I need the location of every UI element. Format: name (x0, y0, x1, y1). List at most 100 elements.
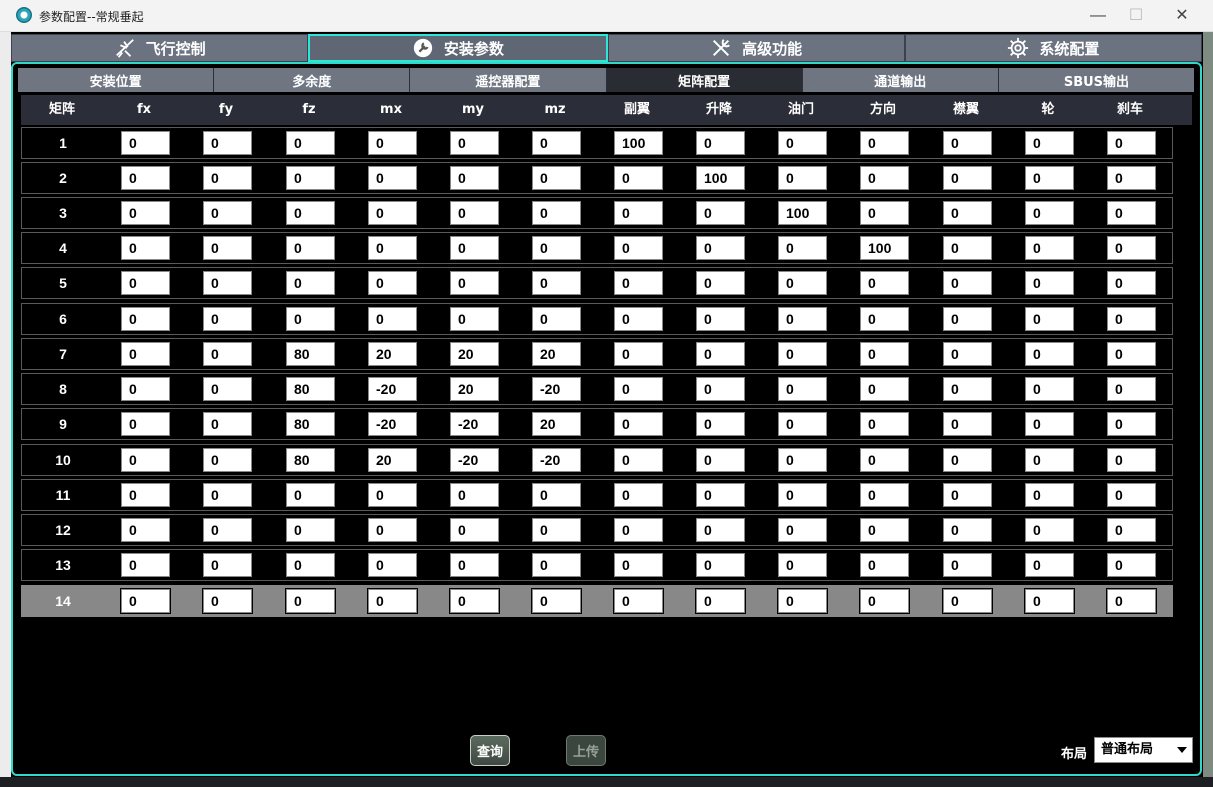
matrix-cell-input[interactable]: 0 (613, 552, 664, 578)
matrix-cell-input[interactable]: 0 (531, 517, 582, 543)
matrix-cell-input[interactable]: 0 (1024, 270, 1075, 296)
matrix-cell-input[interactable]: 0 (777, 482, 828, 508)
matrix-cell-input[interactable]: 0 (202, 517, 253, 543)
table-row[interactable]: 3 0 0 0 0 0 0 0 0 100 0 0 0 0 (21, 197, 1173, 229)
matrix-cell-input[interactable]: -20 (531, 447, 582, 473)
matrix-cell-input[interactable]: 0 (695, 341, 746, 367)
matrix-cell-input[interactable]: -20 (367, 411, 418, 437)
matrix-cell-input[interactable]: 0 (449, 270, 500, 296)
matrix-cell-input[interactable]: 0 (202, 165, 253, 191)
matrix-cell-input[interactable]: 20 (449, 376, 500, 402)
table-row[interactable]: 10 0 0 80 20 -20 -20 0 0 0 0 0 0 0 (21, 444, 1173, 476)
matrix-cell-input[interactable]: 0 (285, 552, 336, 578)
matrix-cell-input[interactable]: 0 (120, 306, 171, 332)
matrix-cell-input[interactable]: 80 (285, 411, 336, 437)
matrix-cell-input[interactable]: 0 (777, 270, 828, 296)
matrix-cell-input[interactable]: 0 (942, 376, 993, 402)
matrix-cell-input[interactable]: 0 (120, 165, 171, 191)
matrix-cell-input[interactable]: 80 (285, 341, 336, 367)
matrix-cell-input[interactable]: 0 (449, 200, 500, 226)
matrix-cell-input[interactable]: 0 (531, 482, 582, 508)
matrix-cell-input[interactable]: 0 (777, 341, 828, 367)
matrix-cell-input[interactable]: 0 (120, 270, 171, 296)
matrix-cell-input[interactable]: 0 (367, 200, 418, 226)
matrix-cell-input[interactable]: 0 (120, 482, 171, 508)
matrix-cell-input[interactable]: 0 (285, 588, 336, 614)
matrix-cell-input[interactable]: 0 (285, 270, 336, 296)
matrix-cell-input[interactable]: 0 (531, 588, 582, 614)
tab-install-params[interactable]: 安装参数 (308, 34, 608, 62)
matrix-cell-input[interactable]: 0 (1106, 376, 1157, 402)
matrix-cell-input[interactable]: 0 (1024, 588, 1075, 614)
matrix-cell-input[interactable]: 0 (777, 517, 828, 543)
layout-select[interactable]: 普通布局 (1094, 737, 1193, 763)
matrix-cell-input[interactable]: 0 (285, 482, 336, 508)
matrix-cell-input[interactable]: 0 (695, 411, 746, 437)
matrix-cell-input[interactable]: 0 (1024, 165, 1075, 191)
matrix-cell-input[interactable]: 0 (695, 552, 746, 578)
table-row[interactable]: 11 0 0 0 0 0 0 0 0 0 0 0 0 0 (21, 479, 1173, 511)
matrix-cell-input[interactable]: 0 (202, 235, 253, 261)
matrix-cell-input[interactable]: 0 (1024, 130, 1075, 156)
table-row[interactable]: 4 0 0 0 0 0 0 0 0 0 100 0 0 0 (21, 232, 1173, 264)
matrix-cell-input[interactable]: 0 (531, 130, 582, 156)
matrix-cell-input[interactable]: 0 (1106, 411, 1157, 437)
close-button[interactable]: ✕ (1159, 0, 1205, 32)
matrix-cell-input[interactable]: 0 (1106, 517, 1157, 543)
matrix-cell-input[interactable]: 0 (613, 306, 664, 332)
matrix-cell-input[interactable]: 0 (285, 130, 336, 156)
matrix-cell-input[interactable]: 0 (1106, 165, 1157, 191)
matrix-cell-input[interactable]: 0 (613, 341, 664, 367)
matrix-cell-input[interactable]: 0 (613, 270, 664, 296)
matrix-cell-input[interactable]: 0 (1106, 130, 1157, 156)
matrix-cell-input[interactable]: -20 (449, 447, 500, 473)
matrix-cell-input[interactable]: 0 (120, 588, 171, 614)
matrix-cell-input[interactable]: 0 (1024, 341, 1075, 367)
tab-system-config[interactable]: 系统配置 (904, 34, 1202, 62)
matrix-cell-input[interactable]: 0 (367, 588, 418, 614)
matrix-cell-input[interactable]: 0 (449, 517, 500, 543)
query-button[interactable]: 查询 (470, 735, 510, 766)
matrix-cell-input[interactable]: 0 (695, 235, 746, 261)
matrix-cell-input[interactable]: 0 (695, 130, 746, 156)
matrix-cell-input[interactable]: 0 (859, 552, 910, 578)
matrix-cell-input[interactable]: 0 (202, 341, 253, 367)
matrix-cell-input[interactable]: 0 (449, 588, 500, 614)
matrix-cell-input[interactable]: 0 (777, 552, 828, 578)
matrix-cell-input[interactable]: 0 (202, 482, 253, 508)
matrix-cell-input[interactable]: 0 (531, 306, 582, 332)
matrix-cell-input[interactable]: 0 (613, 482, 664, 508)
matrix-cell-input[interactable]: 0 (367, 306, 418, 332)
matrix-cell-input[interactable]: 0 (777, 306, 828, 332)
subtab-sbus-output[interactable]: SBUS输出 (998, 68, 1195, 92)
matrix-cell-input[interactable]: 0 (859, 588, 910, 614)
matrix-cell-input[interactable]: 20 (367, 447, 418, 473)
matrix-cell-input[interactable]: 0 (1024, 482, 1075, 508)
matrix-cell-input[interactable]: 0 (531, 270, 582, 296)
matrix-cell-input[interactable]: 0 (202, 306, 253, 332)
matrix-cell-input[interactable]: 0 (859, 517, 910, 543)
matrix-cell-input[interactable]: 0 (285, 165, 336, 191)
table-row[interactable]: 12 0 0 0 0 0 0 0 0 0 0 0 0 0 (21, 514, 1173, 546)
matrix-cell-input[interactable]: 0 (1024, 411, 1075, 437)
matrix-cell-input[interactable]: 0 (777, 411, 828, 437)
matrix-cell-input[interactable]: 0 (120, 552, 171, 578)
matrix-cell-input[interactable]: 0 (449, 165, 500, 191)
matrix-cell-input[interactable]: 0 (942, 552, 993, 578)
matrix-cell-input[interactable]: 0 (1024, 306, 1075, 332)
matrix-cell-input[interactable]: 100 (613, 130, 664, 156)
table-row[interactable]: 14 0 0 0 0 0 0 0 0 0 0 0 0 0 (21, 585, 1173, 617)
matrix-cell-input[interactable]: 0 (1106, 341, 1157, 367)
matrix-cell-input[interactable]: 0 (695, 588, 746, 614)
matrix-cell-input[interactable]: 0 (942, 517, 993, 543)
table-row[interactable]: 9 0 0 80 -20 -20 20 0 0 0 0 0 0 0 (21, 408, 1173, 440)
matrix-cell-input[interactable]: 0 (942, 165, 993, 191)
matrix-cell-input[interactable]: 0 (859, 270, 910, 296)
matrix-cell-input[interactable]: 0 (859, 341, 910, 367)
matrix-cell-input[interactable]: 0 (942, 588, 993, 614)
matrix-cell-input[interactable]: 0 (1024, 447, 1075, 473)
matrix-cell-input[interactable]: 0 (777, 235, 828, 261)
tab-advanced[interactable]: 高级功能 (607, 34, 905, 62)
subtab-redundancy[interactable]: 多余度 (214, 68, 411, 92)
matrix-cell-input[interactable]: 0 (859, 165, 910, 191)
